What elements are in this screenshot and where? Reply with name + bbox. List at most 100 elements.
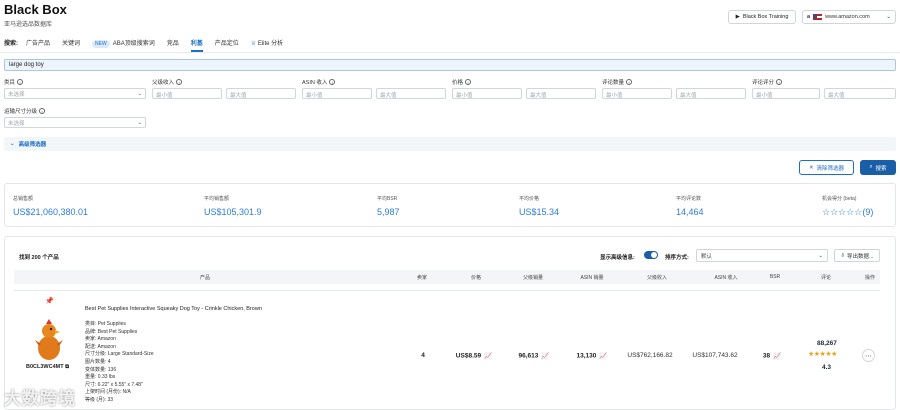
search-nav: 搜索: 广告产品 关键词 NEW ABA顶级搜索词 竞品 利基 产品定位 ♕ El… xyxy=(4,36,295,52)
nav-divider xyxy=(0,52,900,53)
list-item: 上架时间 (月份): N/A xyxy=(85,389,131,396)
col-reviews[interactable]: 评论 xyxy=(821,274,831,281)
info-icon: i xyxy=(776,79,783,85)
list-item: 等级 (月): 33 xyxy=(85,396,114,403)
chevron-down-icon: ⌄ xyxy=(818,252,823,259)
asin-revenue-label: ASIN 收入 i xyxy=(302,78,336,86)
tab-aba-label: ABA顶级搜索词 xyxy=(112,40,155,47)
results-count: 找到 200 个产品 xyxy=(19,255,59,261)
star-rating-icon: ★★★★★ xyxy=(808,351,837,358)
parent-revenue-max[interactable]: 最大值 xyxy=(226,88,296,99)
tab-elite-label: Elite 分析 xyxy=(257,40,284,47)
trend-chart-icon[interactable]: 📈 xyxy=(773,352,781,360)
new-badge: NEW xyxy=(92,39,110,48)
clear-filters-label: 清除筛选器 xyxy=(816,165,845,172)
stat-opportunity-score: 机会得分 (beta) ☆☆☆☆☆(9) xyxy=(822,196,874,217)
clear-filters-button[interactable]: ✕ 清除筛选器 xyxy=(799,160,854,175)
pin-icon[interactable]: 📌 xyxy=(45,297,54,305)
info-icon: i xyxy=(626,79,633,85)
tab-keywords[interactable]: 关键词 xyxy=(62,38,80,47)
col-actions: 操作 xyxy=(864,275,876,281)
price-max[interactable]: 最大值 xyxy=(526,88,596,99)
more-actions-button[interactable]: ⋯ xyxy=(862,349,875,362)
chevron-down-icon: ⌄ xyxy=(886,14,891,20)
tab-ad-products[interactable]: 广告产品 xyxy=(26,38,50,47)
search-nav-label: 搜索: xyxy=(4,40,18,47)
trend-chart-icon[interactable]: 📈 xyxy=(484,352,492,360)
tab-elite[interactable]: ♕ Elite 分析 xyxy=(251,38,283,47)
tab-competitors[interactable]: 竞品 xyxy=(167,38,179,47)
stat-total-sales: 总销售额 US$21,060,380.01 xyxy=(13,196,89,217)
list-item: 图片数量: 4 xyxy=(85,358,111,365)
review-rating-min[interactable]: 最小值 xyxy=(752,88,820,99)
sort-label: 排序方式: xyxy=(665,255,689,261)
col-asin-sales[interactable]: ASIN 销量 xyxy=(580,274,603,281)
product-attributes: 类目: Pet Supplies 品牌: Best Pet Supplies 卖… xyxy=(85,321,154,405)
list-item: 尺寸分级: Large Standard-Size xyxy=(85,351,154,358)
col-parent-revenue[interactable]: 父级收入 xyxy=(647,274,667,281)
cell-asin-revenue: US$107,743.62 xyxy=(692,352,738,359)
cell-price: US$8.59 📈 xyxy=(455,352,493,360)
show-advanced-toggle[interactable] xyxy=(644,251,658,259)
external-link-icon: ⧉ xyxy=(65,364,70,370)
asin-revenue-min[interactable]: 最小值 xyxy=(302,88,372,99)
category-select[interactable]: 未选择 ⌄ xyxy=(4,88,146,99)
marketplace-select[interactable]: a www.amazon.com ⌄ xyxy=(802,10,896,24)
col-bsr[interactable]: BSR xyxy=(770,274,780,280)
col-parent-sales[interactable]: 父级销量 xyxy=(523,274,543,281)
amazon-icon: a xyxy=(807,14,811,20)
app-title: Black Box xyxy=(4,2,67,17)
show-advanced-label: 显示高级信息: xyxy=(600,255,635,261)
star-rating-icon: ☆☆☆☆☆ xyxy=(822,207,863,217)
advanced-filters-label: 高级筛选器 xyxy=(18,142,47,148)
app-subtitle: 亚马逊选品数据库 xyxy=(4,22,53,28)
tab-aba[interactable]: NEW ABA顶级搜索词 xyxy=(92,38,155,48)
search-button[interactable]: ⌕ 搜索 xyxy=(860,160,896,175)
search-input[interactable]: large dog toy xyxy=(4,59,896,71)
review-rating-label: 评论评分 i xyxy=(752,78,783,86)
parent-revenue-label: 父级收入 i xyxy=(152,78,183,86)
cell-asin-sales: 13,130 📈 xyxy=(576,352,608,360)
cell-parent-sales: 96,613 📈 xyxy=(518,352,550,360)
row-divider xyxy=(14,290,880,291)
product-name[interactable]: Best Pet Supplies Interactive Squeaky Do… xyxy=(85,306,262,312)
chevron-down-icon: ⌄ xyxy=(10,141,15,147)
product-asin[interactable]: B0CL3WC4MT ⧉ xyxy=(26,364,69,371)
trend-chart-icon[interactable]: 📈 xyxy=(599,352,607,360)
close-icon: ✕ xyxy=(808,164,814,171)
stat-avg-reviews: 平均评论数 14,464 xyxy=(676,196,704,217)
tab-product-targeting[interactable]: 产品定位 xyxy=(215,38,239,47)
price-label: 价格 i xyxy=(452,78,472,86)
stat-avg-bsr: 平均BSR 5,987 xyxy=(377,196,400,217)
export-button[interactable]: ⇩ 导出数据... xyxy=(834,249,880,262)
size-tier-select[interactable]: 未选择 ⌄ xyxy=(4,117,146,128)
info-icon: i xyxy=(465,79,472,85)
search-button-label: 搜索 xyxy=(875,165,887,172)
col-product[interactable]: 产品 xyxy=(200,274,210,281)
cell-rating: 4.3 xyxy=(822,364,832,371)
tab-niche[interactable]: 利基 xyxy=(190,38,203,52)
site-label: www.amazon.com xyxy=(825,14,870,20)
category-label: 类目 i xyxy=(4,78,24,86)
advanced-filters-toggle[interactable]: ⌄ 高级筛选器 xyxy=(4,137,896,151)
review-count-max[interactable]: 最大值 xyxy=(676,88,746,99)
stat-avg-sales: 平均销售额 US$105,301.9 xyxy=(204,196,262,217)
parent-revenue-min[interactable]: 最小值 xyxy=(152,88,222,99)
size-tier-label: 运输尺寸分级 i xyxy=(4,107,46,115)
review-rating-max[interactable]: 最大值 xyxy=(824,88,896,99)
col-price[interactable]: 价格 xyxy=(471,274,481,281)
list-item: 卖家: Amazon xyxy=(85,336,116,343)
price-min[interactable]: 最小值 xyxy=(452,88,522,99)
search-icon: ⌕ xyxy=(869,164,873,170)
training-button[interactable]: ▶ Black Box Training xyxy=(728,10,796,24)
trend-chart-icon[interactable]: 📈 xyxy=(541,352,549,360)
cell-parent-revenue: US$762,166.82 xyxy=(627,352,673,359)
asin-revenue-max[interactable]: 最大值 xyxy=(376,88,446,99)
crown-icon: ♕ xyxy=(250,40,257,47)
col-asin-revenue[interactable]: ASIN 收入 xyxy=(714,274,737,281)
review-count-min[interactable]: 最小值 xyxy=(602,88,672,99)
sort-select[interactable]: 默认 ⌄ xyxy=(696,249,828,262)
product-image[interactable] xyxy=(34,318,64,362)
stat-avg-price: 平均价格 US$15.34 xyxy=(519,196,560,217)
col-sellers[interactable]: 卖家 xyxy=(417,274,427,281)
